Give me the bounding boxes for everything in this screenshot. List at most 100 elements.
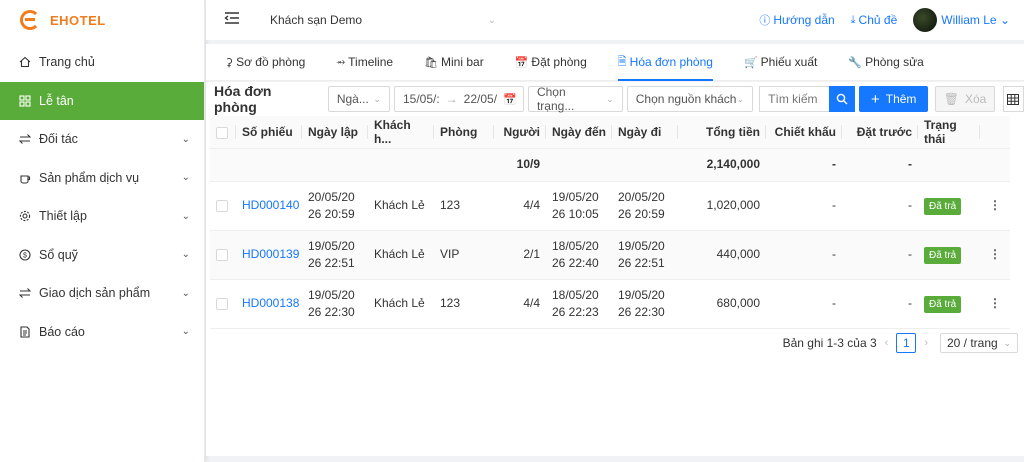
sidebar-item-giao-dich-san-pham[interactable]: Giao dịch sản phẩm ⌄ (0, 274, 204, 313)
tab-label: Phiếu xuất (760, 55, 818, 69)
row-checkbox[interactable] (216, 199, 228, 212)
status-select[interactable]: Chọn trạng... ⌄ (527, 85, 623, 113)
tab-phong-sua[interactable]: 🔧 Phòng sửa (848, 44, 923, 81)
created-cell: 19/05/20 26 22:51 (302, 230, 368, 280)
table-icon (1007, 93, 1020, 105)
row-checkbox[interactable] (216, 248, 228, 261)
page-size-select[interactable]: 20 / trang ⌄ (940, 333, 1018, 353)
arrive-cell: 19/05/20 26 10:05 (546, 181, 612, 231)
trash-icon: 🗑 (943, 92, 959, 106)
help-link[interactable]: ⓘ Hướng dẫn (759, 12, 834, 28)
delete-button[interactable]: 🗑 Xóa (935, 86, 995, 112)
sidebar-item-san-pham-dich-vu[interactable]: Sản phẩm dịch vụ ⌄ (0, 159, 204, 198)
sidebar-item-trang-chu[interactable]: Trang chủ (0, 43, 204, 82)
download-icon: ⤓ (850, 13, 856, 26)
avatar[interactable] (913, 8, 938, 32)
col-header-guests[interactable]: Người (494, 116, 546, 149)
report-icon (19, 326, 31, 338)
svg-text:$: $ (23, 252, 27, 259)
plus-icon: + (870, 90, 880, 108)
col-header-discount[interactable]: Chiết khấu (766, 116, 842, 149)
table-row[interactable]: HD000138 19/05/20 26 22:30 Khách Lẻ 123 4… (210, 279, 1010, 329)
sidebar: EHOTEL Trang chủ Lễ tân Đối tác ⌄ Sản ph… (0, 0, 205, 462)
prev-page-icon[interactable]: ‹ (885, 337, 889, 349)
next-page-icon[interactable]: › (924, 337, 928, 349)
chevron-down-icon: ⌄ (181, 133, 190, 145)
col-header-room[interactable]: Phòng (434, 116, 494, 149)
customer-cell: Khách Lẻ (368, 181, 434, 231)
arrive-cell: 18/05/20 26 22:23 (546, 279, 612, 329)
theme-link[interactable]: ⤓ Chủ đề (851, 13, 898, 27)
tab-dat-phong[interactable]: 📅 Đặt phòng (515, 44, 587, 81)
customer-cell: Khách Lẻ (368, 279, 434, 329)
sidebar-item-thiet-lap[interactable]: Thiết lập ⌄ (0, 197, 204, 236)
sidebar-item-le-tan[interactable]: Lễ tân (0, 81, 204, 120)
total-cell: 440,000 (678, 230, 766, 280)
invoice-code-link[interactable]: HD000139 (242, 247, 299, 261)
tab-phieu-xuat[interactable]: 🛒 Phiếu xuất (744, 44, 817, 81)
page-number[interactable]: 1 (896, 333, 917, 353)
user-menu[interactable]: William Le ⌄ (941, 13, 1010, 27)
total-cell: 1,020,000 (678, 181, 766, 231)
created-cell: 20/05/20 26 20:59 (302, 181, 368, 231)
app-logo[interactable]: EHOTEL (0, 0, 204, 40)
sidebar-item-label: Trang chủ (39, 55, 95, 70)
chevron-down-icon: ⌄ (181, 249, 190, 261)
status-badge: Đã trả (924, 197, 962, 215)
wrench-icon: 🔧 (848, 56, 863, 69)
row-checkbox[interactable] (216, 297, 228, 310)
col-header-created[interactable]: Ngày lập (302, 116, 368, 149)
column-settings-button[interactable] (1002, 86, 1024, 112)
date-to: 22/05/ (463, 92, 498, 106)
guests-cell: 4/4 (494, 181, 546, 231)
main-content: Hóa đơn phòng Ngà... ⌄ 15/05/: → 22/05/ … (206, 82, 1024, 456)
sidebar-nav: Trang chủ Lễ tân Đối tác ⌄ Sản phẩm dịch… (0, 43, 204, 351)
date-type-select[interactable]: Ngà... ⌄ (327, 86, 390, 112)
col-header-arrive[interactable]: Ngày đến (546, 116, 612, 149)
swap-icon (19, 287, 31, 299)
col-header-status[interactable]: Trạng thái (918, 116, 980, 149)
col-header-customer[interactable]: Khách h... (368, 116, 434, 149)
more-actions-icon[interactable]: ⋮ (989, 247, 1001, 261)
date-type-value: Ngà... (336, 92, 369, 106)
col-header-code[interactable]: Số phiếu (236, 116, 302, 149)
table-row[interactable]: HD000140 20/05/20 26 20:59 Khách Lẻ 123 4… (210, 181, 1010, 231)
sidebar-item-bao-cao[interactable]: Báo cáo ⌄ (0, 313, 204, 352)
invoice-code-link[interactable]: HD000138 (242, 296, 299, 310)
table-row[interactable]: HD000139 19/05/20 26 22:51 Khách Lẻ VIP 2… (210, 230, 1010, 280)
search-input[interactable] (759, 86, 830, 112)
sidebar-item-label: Sổ quỹ (39, 247, 78, 262)
tab-label: Mini bar (441, 55, 484, 69)
tab-mini-bar[interactable]: 🛍 Mini bar (424, 44, 484, 81)
more-actions-icon[interactable]: ⋮ (989, 198, 1001, 212)
menu-toggle-icon[interactable] (224, 11, 240, 29)
customer-source-select[interactable]: Chọn nguồn khách ⌄ (626, 86, 754, 112)
sidebar-item-doi-tac[interactable]: Đối tác ⌄ (0, 120, 204, 159)
room-cell: 123 (434, 181, 494, 231)
invoice-code-link[interactable]: HD000140 (242, 198, 299, 212)
summary-deposit: - (842, 148, 918, 182)
tab-so-do-phong[interactable]: ⚳ Sơ đồ phòng (225, 44, 305, 81)
customer-cell: Khách Lẻ (368, 230, 434, 280)
tab-hoa-don-phong[interactable]: 🗎 Hóa đơn phòng (617, 44, 714, 81)
question-icon: ⓘ (759, 15, 771, 27)
search-button[interactable] (829, 86, 856, 112)
col-header-depart[interactable]: Ngày đi (612, 116, 678, 149)
date-from: 15/05/: (402, 92, 440, 106)
col-header-deposit[interactable]: Đặt trước (842, 116, 918, 149)
sidebar-item-so-quy[interactable]: $ Sổ quỹ ⌄ (0, 236, 204, 275)
add-button[interactable]: + Thêm (859, 86, 929, 112)
select-all-cell[interactable] (210, 116, 236, 149)
more-actions-icon[interactable]: ⋮ (989, 296, 1001, 310)
table-header: Số phiếu Ngày lập Khách h... Phòng Người… (210, 116, 1010, 149)
hotel-select[interactable]: Khách sạn Demo ⌄ (270, 13, 496, 27)
hotel-select-value: Khách sạn Demo (270, 13, 363, 27)
select-all-checkbox[interactable] (216, 126, 228, 139)
pagination-summary: Bản ghi 1-3 của 3 (782, 336, 877, 350)
tab-timeline[interactable]: ⥇ Timeline (336, 44, 393, 81)
guests-cell: 2/1 (494, 230, 546, 280)
summary-guests: 10/9 (494, 148, 546, 182)
col-header-total[interactable]: Tổng tiền (678, 116, 766, 149)
summary-row: 10/9 2,140,000 - - (210, 148, 1010, 182)
date-range-picker[interactable]: 15/05/: → 22/05/ 📅 (393, 86, 524, 112)
